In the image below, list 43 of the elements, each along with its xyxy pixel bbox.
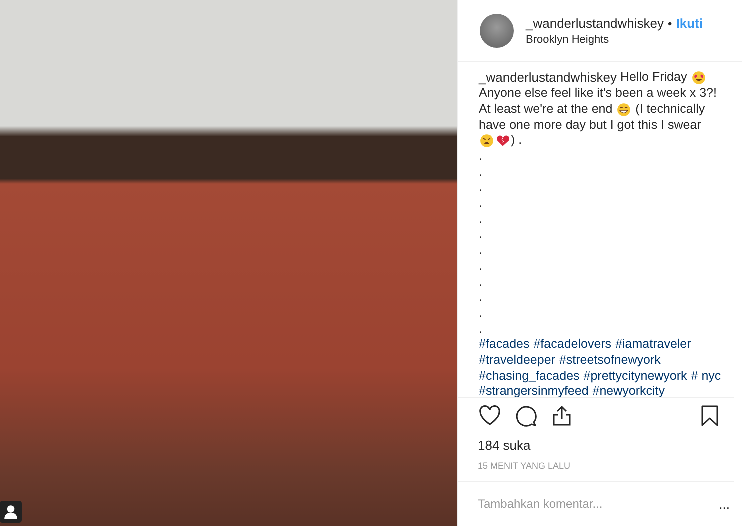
caption-text: . xyxy=(479,306,482,322)
caption-text: . xyxy=(479,290,482,306)
caption-text: . xyxy=(479,212,482,228)
more-button[interactable]: ... xyxy=(719,496,730,512)
caption-text: . xyxy=(479,258,482,275)
separator-dot: • xyxy=(668,16,672,31)
timestamp: 15 MENIT YANG LALU xyxy=(458,453,734,482)
caption-text: At least we're at the end xyxy=(479,102,614,118)
username-link[interactable]: _wanderlustandwhiskey xyxy=(526,16,664,31)
caption-text: . xyxy=(479,322,482,338)
caption-text: . xyxy=(479,148,482,165)
caption-text: . xyxy=(479,227,482,244)
caption-text: . xyxy=(479,164,482,180)
hashtag-link[interactable]: #strangersinmyfeed xyxy=(479,384,589,400)
hashtag-link[interactable]: #streetsofnewyork xyxy=(559,353,661,369)
avatar[interactable] xyxy=(480,14,514,48)
hashtag-link[interactable]: #facades xyxy=(479,337,530,354)
comment-field[interactable]: Tambahkan komentar... xyxy=(478,497,720,512)
caption-text: . xyxy=(479,243,482,259)
heart-eyes-face-icon xyxy=(692,71,706,86)
caption-text: (I technically xyxy=(634,102,706,118)
caption-text: Anyone else feel like it's been a week x 3?! xyxy=(479,86,717,102)
hashtag-link[interactable]: #facadelovers xyxy=(534,337,612,354)
hashtag-link[interactable]: #traveldeeper xyxy=(479,353,556,369)
hashtag-link[interactable]: #prettycitynewyork xyxy=(584,368,688,384)
caption-text: . xyxy=(479,196,482,212)
like-count[interactable]: 184 suka xyxy=(458,428,742,454)
caption-text: have one more day but I got this I swear xyxy=(479,118,702,134)
hashtag-link[interactable]: #newyorkcity xyxy=(592,384,666,400)
grinning-face-icon xyxy=(617,102,632,117)
person-icon[interactable] xyxy=(0,501,22,523)
caption-text: Hello Friday xyxy=(620,70,688,86)
username-link[interactable]: _wanderlustandwhiskey xyxy=(479,70,618,86)
caption-text: ) . xyxy=(511,133,522,149)
hashtag-link[interactable]: # nyc xyxy=(691,368,722,384)
weary-face-icon xyxy=(480,134,494,148)
caption-text: . xyxy=(479,180,482,196)
caption-text: . xyxy=(479,274,482,290)
hashtag-link[interactable]: #iamatraveler xyxy=(616,337,692,354)
hashtag-link[interactable]: #chasing_facades xyxy=(479,368,580,384)
broken-heart-icon xyxy=(496,134,510,148)
comment-icon[interactable] xyxy=(514,404,538,428)
location-link[interactable]: Brooklyn Heights xyxy=(526,34,703,46)
